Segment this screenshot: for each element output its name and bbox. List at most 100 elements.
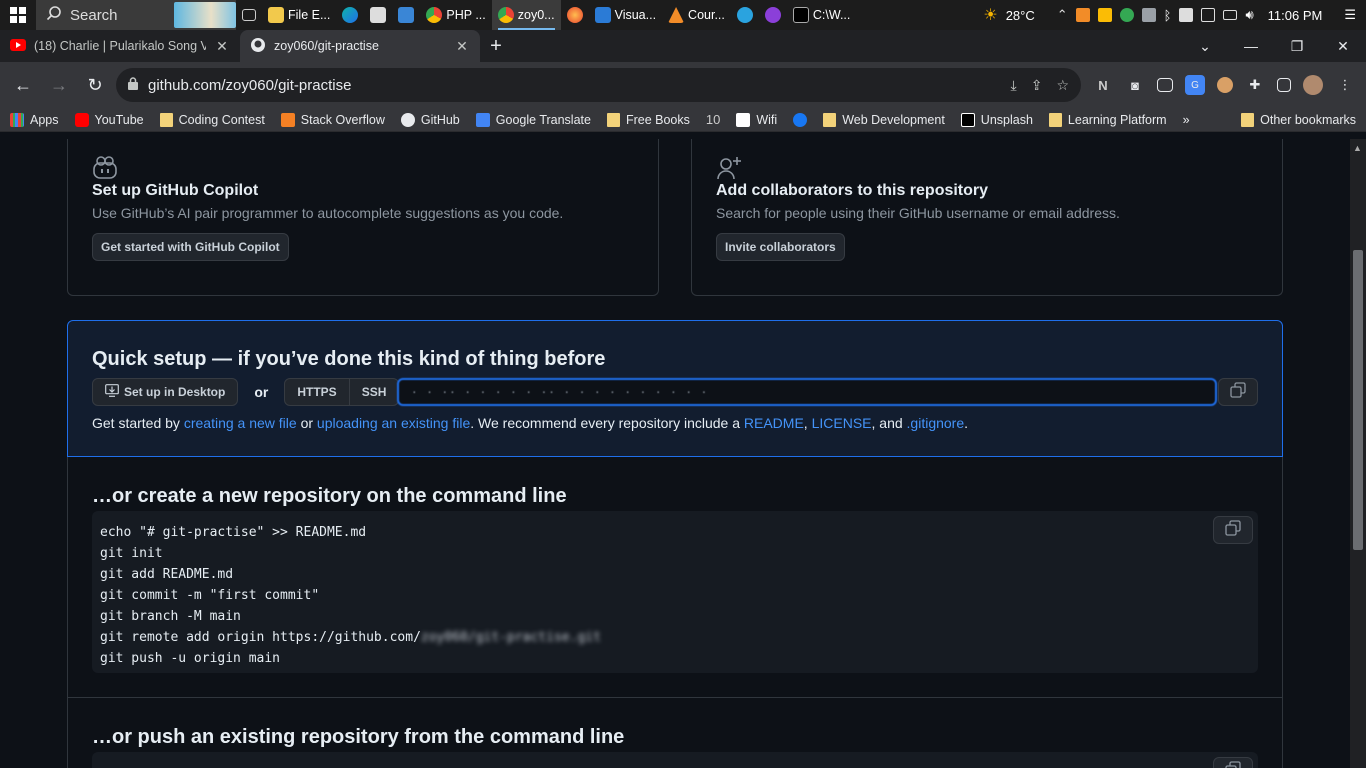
vlc-tray-icon[interactable] <box>1075 8 1090 22</box>
translate-icon[interactable]: G <box>1185 75 1205 95</box>
share-icon[interactable]: ⇪ <box>1031 77 1043 94</box>
page-scrollbar[interactable]: ▲ <box>1350 139 1366 768</box>
create-new-file-link[interactable]: creating a new file <box>184 415 297 431</box>
security-icon[interactable] <box>1179 8 1194 22</box>
profile-avatar[interactable] <box>1303 75 1323 95</box>
tab-title: zoy060/git-practise <box>274 39 379 53</box>
back-arrow-icon[interactable]: ← <box>8 70 38 100</box>
taskbar-app-vlc[interactable]: Cour... <box>662 0 731 30</box>
extensions-puzzle-icon[interactable]: ✚ <box>1245 75 1265 95</box>
scroll-up-icon[interactable]: ▲ <box>1353 143 1362 153</box>
windows-start-icon[interactable] <box>0 0 36 30</box>
chrome-menu-icon[interactable]: ⋮ <box>1335 75 1355 95</box>
readme-link[interactable]: README <box>744 415 804 431</box>
facebook-icon <box>793 112 808 127</box>
gitignore-link[interactable]: .gitignore <box>907 415 965 431</box>
new-repo-code-block[interactable]: echo "# git-practise" >> README.md git i… <box>92 511 1258 673</box>
close-tab-icon[interactable]: ✕ <box>454 38 470 55</box>
bookmark-10-icon[interactable]: 10 <box>706 112 720 127</box>
extension-window-icon[interactable] <box>1157 78 1173 92</box>
wifi-icon <box>736 112 751 127</box>
maximize-button[interactable]: ❐ <box>1274 30 1320 62</box>
code-line: echo "# git-practise" >> README.md <box>100 525 367 540</box>
weather-temp[interactable]: 28°C <box>1006 8 1035 23</box>
bookmark-stack-overflow[interactable]: Stack Overflow <box>280 112 385 127</box>
taskbar-app-chrome-active[interactable]: zoy0... <box>491 0 561 30</box>
scrollbar-thumb[interactable] <box>1353 250 1363 550</box>
install-app-icon[interactable]: ⤓ <box>1011 77 1017 94</box>
https-toggle[interactable]: HTTPS <box>284 378 350 406</box>
notifications-icon[interactable]: ☰ <box>1344 7 1356 23</box>
store-icon[interactable] <box>364 0 392 30</box>
clone-url-input[interactable]: · · ·· · · · · · ·· · · · · · · · · · · <box>397 378 1217 406</box>
tray-app2-icon[interactable] <box>1119 8 1134 22</box>
stackoverflow-icon <box>280 112 295 127</box>
upload-existing-file-link[interactable]: uploading an existing file <box>317 415 470 431</box>
bookmark-facebook[interactable] <box>793 112 808 127</box>
taskbar-app-php[interactable]: PHP ... <box>420 0 491 30</box>
push-existing-section: …or push an existing repository from the… <box>67 698 1283 768</box>
get-started-copilot-button[interactable]: Get started with GitHub Copilot <box>92 233 289 261</box>
taskbar-search[interactable]: Search <box>36 0 236 30</box>
desktop-download-icon <box>105 384 119 400</box>
forward-arrow-icon[interactable]: → <box>44 70 74 100</box>
chevron-up-icon[interactable]: ⌃ <box>1057 7 1068 23</box>
new-tab-button[interactable]: + <box>480 30 512 62</box>
invite-collaborators-button[interactable]: Invite collaborators <box>716 233 845 261</box>
bookmark-free-books[interactable]: Free Books <box>606 112 690 127</box>
more-bookmarks-button[interactable]: » <box>1183 113 1190 127</box>
minimize-button[interactable]: — <box>1228 30 1274 62</box>
taskbar-app-vscode[interactable]: Visua... <box>589 0 662 30</box>
setup-in-desktop-button[interactable]: Set up in Desktop <box>92 378 239 406</box>
ssh-toggle[interactable]: SSH <box>349 378 400 406</box>
code-line: git push -u origin main <box>100 651 281 666</box>
url-text[interactable]: github.com/zoy060/git-practise <box>148 77 1001 94</box>
windows-taskbar: Search File E... PHP ... zoy0... Visua..… <box>0 0 1366 30</box>
copy-push-commands-button[interactable] <box>1213 757 1253 768</box>
taskbar-app-file-explorer[interactable]: File E... <box>262 0 336 30</box>
extension-n-icon[interactable]: N <box>1093 75 1113 95</box>
extension-face-icon[interactable] <box>1217 77 1233 93</box>
code-line: git add README.md <box>100 567 234 582</box>
license-link[interactable]: LICENSE <box>812 415 872 431</box>
close-window-button[interactable]: ✕ <box>1320 30 1366 62</box>
bookmark-web-development[interactable]: Web Development <box>823 112 945 127</box>
bluetooth-icon[interactable]: ᛒ <box>1164 8 1172 23</box>
address-bar[interactable]: github.com/zoy060/git-practise ⤓ ⇪ ☆ <box>116 68 1081 102</box>
tray-app-icon[interactable] <box>1097 8 1112 22</box>
folder-icon <box>823 112 837 127</box>
copy-clone-url-button[interactable] <box>1218 378 1258 406</box>
bookmark-apps[interactable]: Apps <box>10 112 59 127</box>
mail-icon[interactable] <box>392 0 420 30</box>
copy-new-repo-commands-button[interactable] <box>1213 516 1253 544</box>
bookmark-wifi[interactable]: Wifi <box>736 112 777 127</box>
telegram-icon[interactable] <box>731 0 759 30</box>
app-purple-icon[interactable] <box>759 0 787 30</box>
close-tab-icon[interactable]: ✕ <box>214 38 230 55</box>
push-existing-code-block[interactable] <box>92 752 1258 768</box>
network-icon[interactable] <box>1223 10 1238 20</box>
taskbar-app-cmd[interactable]: C:\W... <box>787 0 857 30</box>
reload-icon[interactable]: ↻ <box>80 70 110 100</box>
volume-icon[interactable]: 🔊︎ <box>1245 7 1253 23</box>
side-panel-icon[interactable] <box>1277 78 1291 92</box>
lock-icon[interactable] <box>128 76 138 94</box>
bookmark-star-icon[interactable]: ☆ <box>1056 77 1069 94</box>
bookmark-youtube[interactable]: YouTube <box>74 112 144 127</box>
bookmark-github[interactable]: GitHub <box>400 112 460 127</box>
tray-app4-icon[interactable] <box>1201 8 1216 22</box>
tray-app3-icon[interactable] <box>1141 8 1156 22</box>
bookmark-google-translate[interactable]: Google Translate <box>475 112 591 127</box>
other-bookmarks[interactable]: Other bookmarks <box>1241 112 1356 127</box>
bookmark-learning-platform[interactable]: Learning Platform <box>1048 112 1167 127</box>
firefox-icon[interactable] <box>561 0 589 30</box>
bookmark-unsplash[interactable]: Unsplash <box>960 112 1033 127</box>
camera-icon[interactable]: ◙ <box>1125 75 1145 95</box>
edge-icon[interactable] <box>336 0 364 30</box>
tab-search-icon[interactable]: ⌄ <box>1182 30 1228 62</box>
tab-github[interactable]: zoy060/git-practise ✕ <box>240 30 480 62</box>
taskbar-clock[interactable]: 11:06 PM <box>1268 8 1323 23</box>
bookmark-coding-contest[interactable]: Coding Contest <box>159 112 265 127</box>
task-view-icon[interactable] <box>236 0 262 30</box>
tab-youtube[interactable]: (18) Charlie | Pularikalo Song Vid ✕ <box>0 30 240 62</box>
